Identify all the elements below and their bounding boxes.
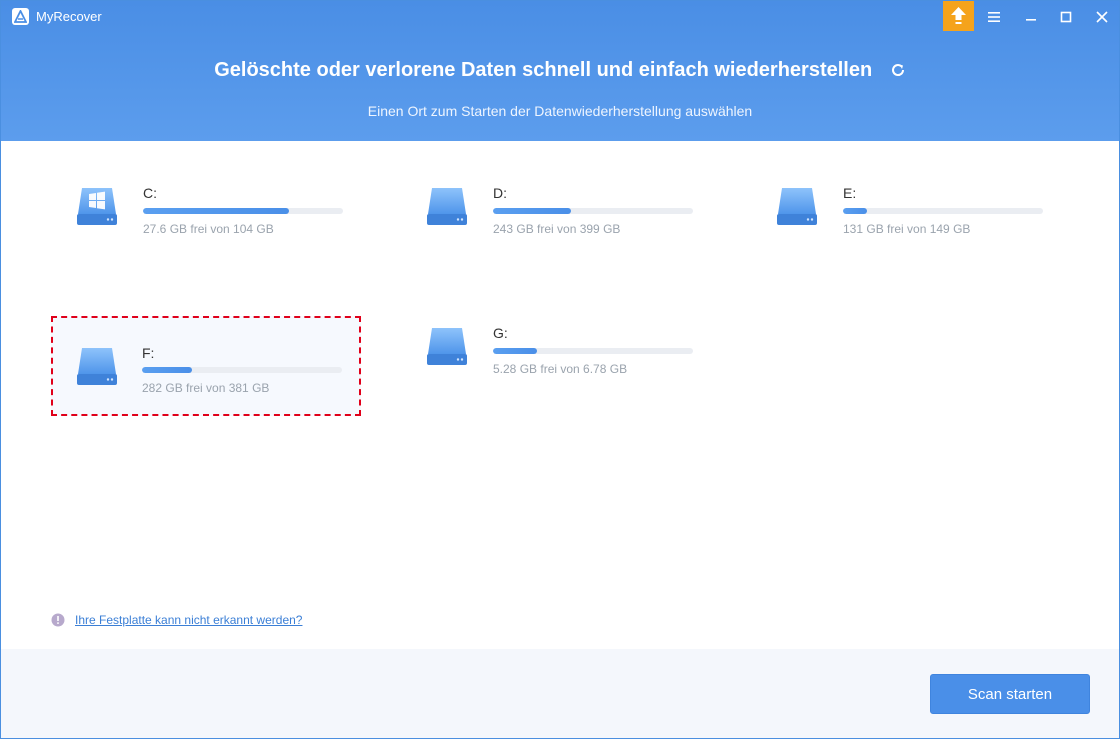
menu-button[interactable] [983, 6, 1005, 28]
scan-start-button[interactable]: Scan starten [930, 674, 1090, 714]
app-name: MyRecover [36, 9, 102, 24]
maximize-button[interactable] [1055, 6, 1077, 28]
drive-usage-bar [493, 208, 693, 214]
windows-drive-icon [77, 188, 117, 225]
drive-icon [777, 188, 817, 225]
drive-icon [427, 328, 467, 365]
drive-usage-bar [843, 208, 1043, 214]
drive-size-text: 243 GB frei von 399 GB [493, 222, 621, 236]
drive-usage-fill [493, 348, 537, 354]
drive-label: F: [142, 345, 155, 361]
drive-usage-bar [142, 367, 342, 373]
upgrade-button[interactable] [943, 1, 974, 31]
drive-item-d[interactable]: D: 243 GB frei von 399 GB [403, 158, 711, 256]
drive-label: E: [843, 185, 857, 201]
drive-usage-fill [843, 208, 867, 214]
header-banner: MyRecover Gelöschte oder verlorene Daten… [1, 1, 1119, 141]
drive-item-e[interactable]: E: 131 GB frei von 149 GB [753, 158, 1061, 256]
close-icon [1096, 11, 1108, 23]
hamburger-menu-icon [988, 12, 1000, 22]
refresh-icon [891, 63, 904, 76]
maximize-icon [1060, 11, 1072, 23]
drive-usage-fill [143, 208, 289, 214]
drive-label: C: [143, 185, 157, 201]
drive-usage-fill [142, 367, 192, 373]
drive-icon [427, 188, 467, 225]
page-subtitle: Einen Ort zum Starten der Datenwiederher… [367, 103, 753, 119]
drive-label: G: [493, 325, 508, 341]
drive-size-text: 282 GB frei von 381 GB [142, 381, 270, 395]
minimize-button[interactable] [1020, 6, 1042, 28]
drive-item-g[interactable]: G: 5.28 GB frei von 6.78 GB [403, 298, 711, 396]
info-icon [51, 613, 65, 627]
close-button[interactable] [1091, 6, 1113, 28]
help-link-text[interactable]: Ihre Festplatte kann nicht erkannt werde… [75, 613, 302, 627]
app-logo-icon [12, 8, 29, 25]
upgrade-arrow-icon [951, 7, 966, 24]
drive-usage-bar [493, 348, 693, 354]
drive-usage-bar [143, 208, 343, 214]
app-window: MyRecover Gelöschte oder verlorene Daten… [0, 0, 1120, 739]
page-title-text: Gelöschte oder verlorene Daten schnell u… [214, 59, 873, 81]
footer-bar: Scan starten [1, 649, 1119, 738]
page-title: Gelöschte oder verlorene Daten schnell u… [1, 59, 1119, 82]
minimize-icon [1026, 19, 1036, 21]
drive-usage-fill [493, 208, 571, 214]
drive-size-text: 5.28 GB frei von 6.78 GB [493, 362, 628, 376]
drive-label: D: [493, 185, 507, 201]
title-bar: MyRecover [1, 1, 1119, 33]
drive-icon [77, 348, 117, 385]
drive-size-text: 131 GB frei von 149 GB [843, 222, 971, 236]
drive-item-c[interactable]: C: 27.6 GB frei von 104 GB [53, 158, 361, 256]
drive-item-f[interactable]: F: 282 GB frei von 381 GB [51, 316, 361, 416]
drive-size-text: 27.6 GB frei von 104 GB [143, 222, 274, 236]
refresh-button[interactable] [890, 61, 906, 77]
